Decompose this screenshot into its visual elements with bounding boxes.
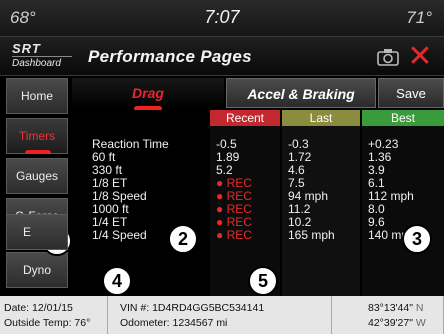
longitude-direction: W xyxy=(415,317,426,329)
header-last: Last xyxy=(282,110,360,126)
sidebar-item-label: Dyno xyxy=(22,263,51,277)
longitude-text: 42°39'27" W xyxy=(368,317,426,329)
callout-5: 5 xyxy=(248,266,278,296)
srt-dashboard-logo: SRT Dashboard xyxy=(12,42,72,72)
longitude-value: 42°39'27" xyxy=(368,317,413,329)
vehicle-info-box: VIN #: 1D4RD4GG5BC534141 Odometer: 12345… xyxy=(110,296,332,334)
table-row: 60 ft 1.89 1.72 1.36 xyxy=(72,151,444,164)
logo-srt: SRT xyxy=(12,41,41,56)
tab-drag[interactable]: Drag xyxy=(72,78,224,111)
sidebar-item-gauges[interactable]: Gauges xyxy=(6,158,68,194)
callout-2: 2 xyxy=(168,224,198,254)
row-label: 1/4 Speed xyxy=(92,228,147,242)
date-temp-box: Date: 12/01/15 Outside Temp: 76° xyxy=(0,296,108,334)
sidebar-item-timers[interactable]: Timers xyxy=(6,118,68,154)
table-row: 1/4 Speed ● REC 165 mph 140 mph xyxy=(72,229,444,242)
status-bar: 68° 7:07 71° xyxy=(0,0,444,36)
camera-icon[interactable] xyxy=(376,46,400,68)
sidebar-item-label: Gauges xyxy=(15,169,59,183)
save-button[interactable]: Save xyxy=(378,78,444,108)
callout-4: 4 xyxy=(102,266,132,296)
date-text: Date: 12/01/15 xyxy=(4,302,73,314)
latitude-text: 83°13'44" N xyxy=(368,302,423,314)
latitude-direction: N xyxy=(415,302,424,314)
sidebar-item-dyno[interactable]: Dyno xyxy=(6,252,68,288)
table-row: 1000 ft ● REC 11.2 8.0 xyxy=(72,203,444,216)
title-bar: SRT Dashboard Performance Pages ✕ xyxy=(0,36,444,76)
sidebar-item-label: Timers xyxy=(18,129,56,143)
gps-coordinates-box: 83°13'44" N 42°39'27" W xyxy=(334,296,444,334)
callout-3: 3 xyxy=(402,224,432,254)
sidebar-item-home[interactable]: Home xyxy=(6,78,68,114)
last-value: 165 mph xyxy=(288,228,335,242)
vin-text: VIN #: 1D4RD4GG5BC534141 xyxy=(120,302,265,314)
sidebar-item-e[interactable]: E xyxy=(6,214,68,250)
latitude-value: 83°13'44" xyxy=(368,302,413,314)
odometer-text: Odometer: 1234567 mi xyxy=(120,317,228,329)
header-recent: Recent xyxy=(210,110,280,126)
sidebar-item-label: E xyxy=(23,225,32,239)
logo-dashboard: Dashboard xyxy=(12,56,72,70)
table-row: 330 ft 5.2 4.6 3.9 xyxy=(72,164,444,177)
header-best: Best xyxy=(362,110,444,126)
passenger-temp: 71° xyxy=(406,8,432,27)
outside-temp-text: Outside Temp: 76° xyxy=(4,317,91,329)
clock: 7:07 xyxy=(204,7,240,27)
recent-value: ● REC xyxy=(216,228,252,242)
sidebar-item-label: Home xyxy=(20,89,53,103)
close-icon[interactable]: ✕ xyxy=(404,41,436,73)
page-title: Performance Pages xyxy=(88,47,252,66)
tab-accel-braking[interactable]: Accel & Braking xyxy=(226,78,376,108)
info-bar: Date: 12/01/15 Outside Temp: 76° VIN #: … xyxy=(0,296,444,334)
tab-bar: Drag Accel & Braking Save xyxy=(72,78,444,111)
